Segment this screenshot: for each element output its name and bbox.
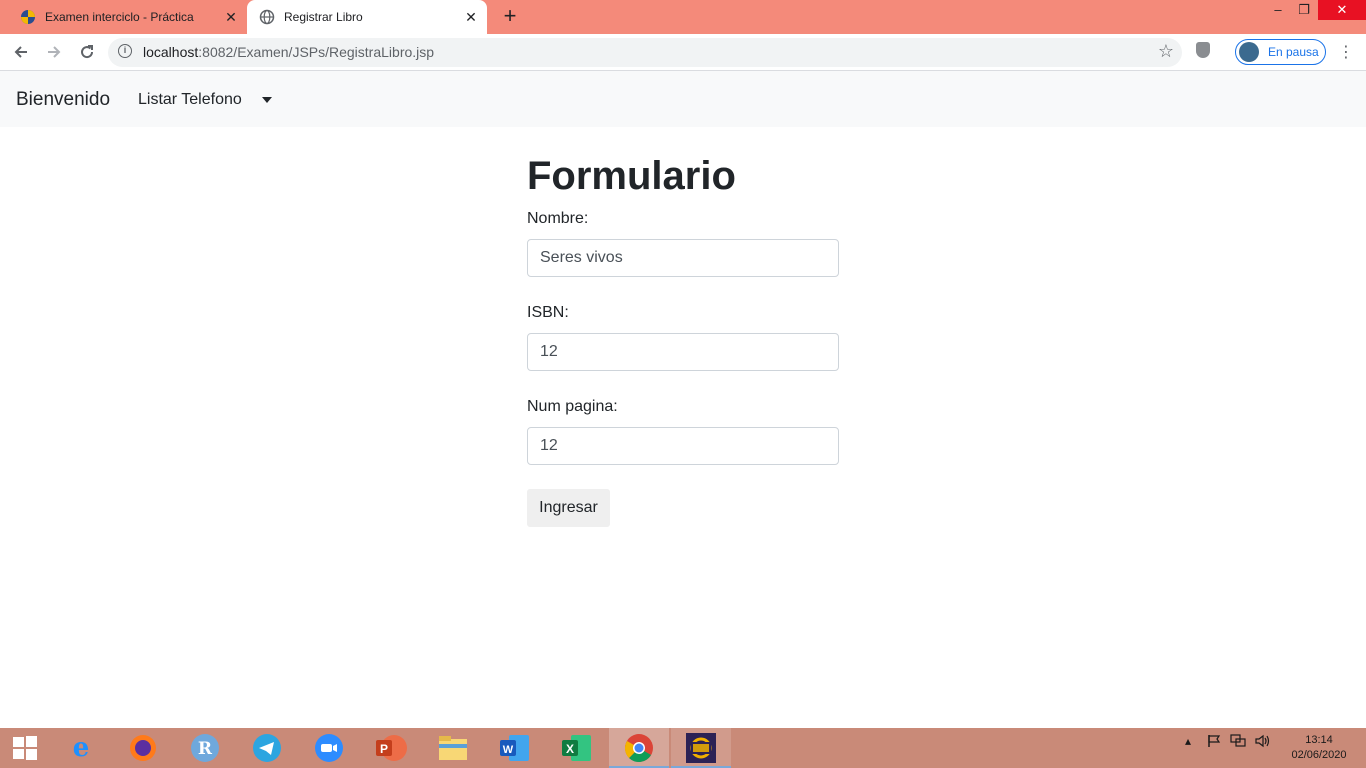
maximize-button[interactable]: ❐: [1290, 0, 1318, 22]
chevron-down-icon: [261, 97, 272, 103]
close-tab-icon[interactable]: ✕: [463, 9, 479, 25]
site-info-icon[interactable]: i: [118, 44, 132, 58]
java-ee-ide-icon[interactable]: [685, 732, 717, 764]
volume-icon[interactable]: [1255, 734, 1271, 751]
tab-strip: Examen interciclo - Práctica ✕ Registrar…: [0, 0, 1366, 34]
show-hidden-icons-icon[interactable]: ▴: [1185, 734, 1191, 748]
nav-dropdown-listar-telefono[interactable]: Listar Telefono: [138, 91, 272, 109]
svg-text:X: X: [566, 742, 574, 756]
chrome-icon[interactable]: [623, 732, 655, 764]
nav-link-label: Listar Telefono: [138, 91, 242, 108]
bookmark-star-icon[interactable]: ☆: [1158, 41, 1174, 62]
action-center-flag-icon[interactable]: [1207, 734, 1221, 751]
avatar: [1239, 42, 1259, 62]
site-favicon-icon: [20, 9, 36, 25]
url-text: localhost:8082/Examen/JSPs/RegistraLibro…: [143, 44, 435, 60]
network-icon[interactable]: [1230, 734, 1246, 751]
globe-icon: [259, 9, 275, 25]
num-pagina-input[interactable]: [527, 427, 839, 465]
zoom-icon[interactable]: [313, 732, 345, 764]
extension-shield-icon[interactable]: [1196, 42, 1210, 58]
navbar-brand[interactable]: Bienvenido: [16, 89, 110, 111]
num-pagina-label: Num pagina:: [527, 398, 618, 415]
more-menu-icon[interactable]: ⋮: [1338, 42, 1354, 62]
clock-time: 13:14: [1305, 734, 1333, 746]
svg-text:P: P: [380, 742, 388, 756]
windows-start-icon[interactable]: [9, 732, 41, 764]
internet-explorer-icon[interactable]: e: [65, 732, 97, 764]
isbn-label: ISBN:: [527, 304, 569, 321]
windows-taskbar: e R P W X: [0, 728, 1366, 768]
file-explorer-icon[interactable]: [437, 732, 469, 764]
nombre-label: Nombre:: [527, 210, 589, 227]
ingresar-button[interactable]: Ingresar: [527, 489, 610, 527]
svg-text:W: W: [503, 744, 514, 756]
tab-title: Registrar Libro: [284, 10, 363, 24]
tab-examen-interciclo[interactable]: Examen interciclo - Práctica ✕: [10, 0, 247, 34]
browser-toolbar: i localhost:8082/Examen/JSPs/RegistraLib…: [0, 34, 1366, 71]
excel-icon[interactable]: X: [561, 732, 593, 764]
nombre-input[interactable]: [527, 239, 839, 277]
profile-status: En pausa: [1268, 45, 1319, 59]
clock-date: 02/06/2020: [1291, 749, 1347, 761]
close-tab-icon[interactable]: ✕: [223, 9, 239, 25]
forward-arrow-icon[interactable]: [42, 40, 66, 64]
reload-icon[interactable]: [75, 40, 99, 64]
svg-text:R: R: [198, 739, 213, 759]
address-bar[interactable]: i localhost:8082/Examen/JSPs/RegistraLib…: [108, 38, 1182, 67]
back-arrow-icon[interactable]: [9, 40, 33, 64]
profile-button[interactable]: En pausa: [1235, 39, 1326, 65]
minimize-button[interactable]: –: [1264, 0, 1292, 22]
taskbar-clock[interactable]: 13:14 02/06/2020: [1284, 733, 1354, 763]
page-title: Formulario: [527, 154, 736, 198]
r-app-icon[interactable]: R: [189, 732, 221, 764]
firefox-icon[interactable]: [127, 732, 159, 764]
tab-title: Examen interciclo - Práctica: [45, 10, 194, 24]
powerpoint-icon[interactable]: P: [375, 732, 407, 764]
word-icon[interactable]: W: [499, 732, 531, 764]
page-navbar: Bienvenido Listar Telefono: [0, 71, 1366, 127]
registro-form: Formulario Nombre: ISBN: Num pagina: Ing…: [527, 150, 839, 527]
tab-registrar-libro[interactable]: Registrar Libro ✕: [247, 0, 487, 34]
telegram-icon[interactable]: [251, 732, 283, 764]
isbn-input[interactable]: [527, 333, 839, 371]
window-close-button[interactable]: ✕: [1318, 0, 1366, 20]
new-tab-button[interactable]: +: [498, 5, 522, 29]
